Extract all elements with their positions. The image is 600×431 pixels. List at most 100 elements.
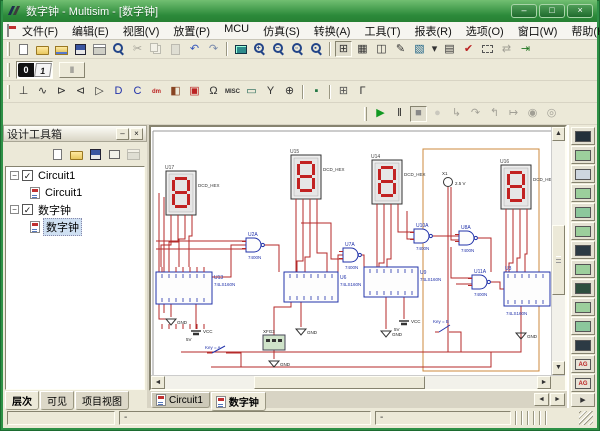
zoom-fit-button[interactable]: ▪	[308, 41, 325, 57]
place-misc-button[interactable]: MISC	[224, 84, 241, 100]
grapher-button[interactable]: ▧	[411, 41, 428, 57]
place-bus-button[interactable]: Γ	[354, 84, 371, 100]
tab-scroll-left-button[interactable]: ◄	[534, 393, 549, 406]
instruments-more-button[interactable]: ▶	[571, 393, 595, 407]
menu-simulate[interactable]: 仿真(S)	[256, 22, 307, 40]
component-wizard-button[interactable]: ✎	[392, 41, 409, 57]
spreadsheet-view-button[interactable]: ▦	[354, 41, 371, 57]
gate-u7a[interactable]: U7A 7400N	[339, 242, 361, 270]
toolbar-grip[interactable]	[364, 107, 367, 121]
save-button[interactable]	[72, 41, 89, 57]
run-button[interactable]: ▶	[372, 106, 389, 122]
toolbar-grip[interactable]	[7, 42, 10, 56]
place-rf-button[interactable]: Y	[262, 84, 279, 100]
sheet-tab-digital-clock[interactable]: 数字钟	[211, 392, 266, 411]
toolbox-save-button[interactable]	[87, 146, 104, 162]
gate-u10a[interactable]: U10A 7400N	[410, 223, 432, 251]
menu-reports[interactable]: 报表(R)	[408, 22, 459, 40]
design-toolbox-button[interactable]: ⊞	[335, 41, 352, 57]
gate-u2a[interactable]: U2A 7400N	[242, 232, 264, 260]
run-toggle-button[interactable]: 0 1	[16, 61, 53, 79]
place-diode-button[interactable]: ⊳	[53, 84, 70, 100]
frequency-counter-button[interactable]	[571, 241, 595, 259]
place-source-button[interactable]: ⊥	[15, 84, 32, 100]
display-u17[interactable]: U17 DCD_HEX	[165, 165, 220, 220]
place-ni-component-button[interactable]: ▪	[308, 84, 325, 100]
place-basic-button[interactable]: ∿	[34, 84, 51, 100]
distortion-analyzer-button[interactable]	[571, 336, 595, 354]
counter-u9[interactable]: U9 74LS160N	[364, 267, 441, 297]
place-peripherals-button[interactable]: ▭	[243, 84, 260, 100]
place-misc-digital-button[interactable]: dm	[148, 84, 165, 100]
postprocessor-button[interactable]: ▤	[441, 41, 458, 57]
function-generator-xfg3[interactable]: XFG3	[263, 329, 285, 350]
place-transistor-button[interactable]: ⊲	[72, 84, 89, 100]
open-button[interactable]	[34, 41, 51, 57]
print-preview-button[interactable]	[110, 41, 127, 57]
tab-hierarchy[interactable]: 层次	[5, 391, 39, 410]
redo-button[interactable]: ↷	[205, 41, 222, 57]
zoom-area-button[interactable]: ▫	[289, 41, 306, 57]
panel-minimize-button[interactable]: –	[116, 128, 129, 140]
collapse-icon[interactable]: −	[10, 171, 19, 180]
vertical-scrollbar[interactable]: ▲ ▼	[551, 127, 565, 375]
vertical-scroll-thumb[interactable]	[552, 225, 565, 295]
multimeter-button[interactable]	[571, 127, 595, 145]
display-u16[interactable]: U16 DCD_HEX	[500, 159, 551, 214]
agilent-function-generator-button[interactable]: AG	[571, 355, 595, 373]
print-button[interactable]	[91, 41, 108, 57]
collapse-icon[interactable]: −	[10, 205, 19, 214]
stop-button[interactable]: ■	[410, 106, 427, 122]
tree-leaf-label-digital-clock[interactable]: 数字钟	[43, 218, 82, 236]
schematic-canvas[interactable]: U17 DCD_HEX U15 DCD_HEX U14	[151, 127, 551, 375]
place-electromech-button[interactable]: ⊕	[281, 84, 298, 100]
gate-u11a[interactable]: U11A 7400N	[468, 269, 490, 297]
toolbox-new-folder-button[interactable]	[106, 146, 123, 162]
bode-plotter-button[interactable]	[571, 222, 595, 240]
resize-grip[interactable]	[579, 411, 593, 425]
panel-close-button[interactable]: ×	[130, 128, 143, 140]
four-channel-oscilloscope-button[interactable]	[571, 203, 595, 221]
toolbar-grip[interactable]	[7, 85, 10, 99]
tree-node-digital-clock[interactable]: − ✓ 数字钟	[6, 201, 144, 218]
menu-edit[interactable]: 编辑(E)	[65, 22, 116, 40]
sheet-tab-circuit1[interactable]: Circuit1	[151, 392, 210, 408]
logic-converter-button[interactable]	[571, 298, 595, 316]
window-maximize-button[interactable]: □	[539, 4, 565, 18]
word-generator-button[interactable]	[571, 260, 595, 278]
scroll-down-button[interactable]: ▼	[552, 361, 565, 375]
place-ttl-button[interactable]: D	[110, 84, 127, 100]
grapher-dropdown[interactable]: ▾	[430, 41, 439, 57]
erc-button[interactable]: ✔	[460, 41, 477, 57]
zoom-out-button[interactable]: −	[270, 41, 287, 57]
tree-leaf-circuit1[interactable]: Circuit1	[6, 184, 144, 201]
menu-transfer[interactable]: 转换(A)	[307, 22, 358, 40]
database-manager-button[interactable]: ◫	[373, 41, 390, 57]
tab-project-view[interactable]: 项目视图	[75, 391, 129, 410]
menu-window[interactable]: 窗口(W)	[511, 22, 565, 40]
function-generator-button[interactable]	[571, 146, 595, 164]
tree-node-circuit1[interactable]: − ✓ Circuit1	[6, 167, 144, 184]
open-samples-button[interactable]	[53, 41, 70, 57]
new-button[interactable]	[15, 41, 32, 57]
menu-help[interactable]: 帮助(H)	[564, 22, 600, 40]
oscilloscope-button[interactable]	[571, 184, 595, 202]
iv-analyzer-button[interactable]	[571, 317, 595, 335]
display-u14[interactable]: U14 DCD_HEX	[371, 154, 426, 209]
scroll-up-button[interactable]: ▲	[552, 127, 565, 141]
place-mixed-button[interactable]: ◧	[167, 84, 184, 100]
tree-label-circuit1[interactable]: Circuit1	[36, 170, 77, 182]
place-analog-button[interactable]: ▷	[91, 84, 108, 100]
tree-leaf-digital-clock[interactable]: 数字钟	[6, 218, 144, 235]
agilent-multimeter-button[interactable]: AG	[571, 374, 595, 392]
active-document-icon[interactable]	[7, 24, 9, 37]
display-u15[interactable]: U15 DCD_HEX	[290, 149, 345, 204]
vertical-scroll-track[interactable]	[552, 141, 565, 361]
gate-u8a[interactable]: U8A 7400N	[455, 225, 477, 253]
pause-button[interactable]: ‖	[391, 106, 408, 122]
place-cmos-button[interactable]: C	[129, 84, 146, 100]
capture-area-button[interactable]	[479, 41, 496, 57]
horizontal-scroll-thumb[interactable]	[254, 376, 425, 389]
tab-visibility[interactable]: 可见	[40, 391, 74, 410]
toolbox-open-button[interactable]	[68, 146, 85, 162]
